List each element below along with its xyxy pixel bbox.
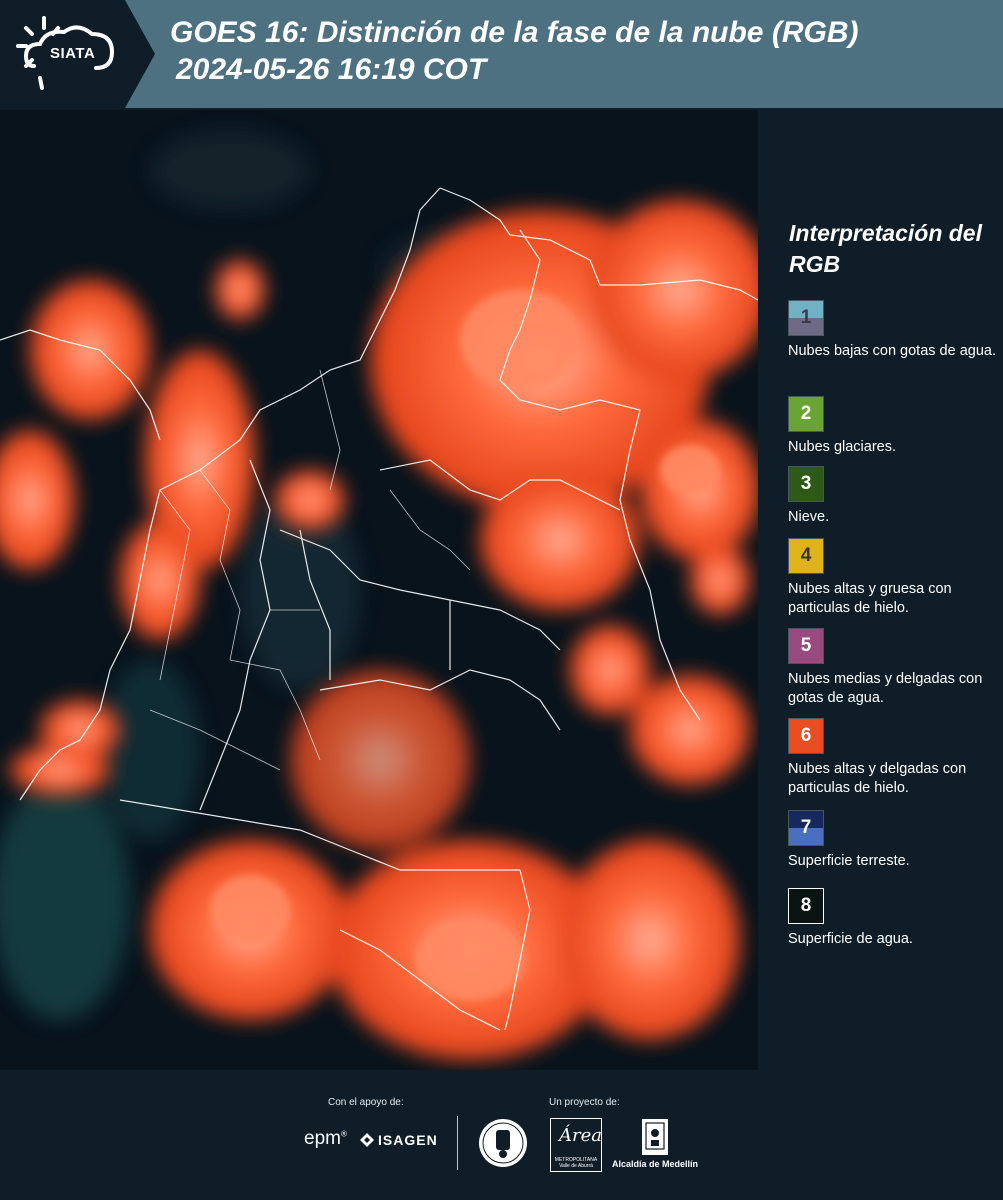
legend-swatch: 7 (788, 810, 824, 846)
footer: Con el apoyo de: Un proyecto de: epm® IS… (0, 1070, 1003, 1200)
legend-label: Superficie terreste. (788, 853, 910, 869)
legend-item-2: 2 Nubes glaciares. (788, 396, 998, 457)
legend-swatch: 5 (788, 628, 824, 664)
logo-text: SIATA (50, 45, 96, 62)
legend-number: 4 (800, 545, 812, 566)
legend-swatch: 4 (788, 538, 824, 574)
legend-label: Nubes glaciares. (788, 439, 896, 455)
epm-registered: ® (340, 1129, 347, 1139)
legend-swatch: 2 (788, 396, 824, 432)
medellin-label: Alcaldía de Medellín (612, 1159, 699, 1169)
legend-number: 6 (800, 725, 812, 746)
legend-label: Nubes altas y delgadas con particulas de… (788, 761, 967, 796)
legend-number: 8 (800, 895, 812, 916)
isagen-text: ISAGEN (378, 1132, 438, 1148)
legend-swatch: 3 (788, 466, 824, 502)
support-label: Con el apoyo de: (328, 1097, 404, 1108)
satellite-map (0, 110, 758, 1070)
legend-label: Nieve. (788, 509, 830, 525)
area-script: Área (559, 1125, 602, 1146)
header-bar: SIATA GOES 16: Distinción de la fase de … (0, 0, 1003, 108)
legend-swatch: 8 (788, 888, 824, 924)
isagen-icon (360, 1133, 374, 1147)
legend-label: Nubes medias y delgadas con gotas de agu… (788, 671, 983, 706)
legend-item-8: 8 Superficie de agua. (788, 888, 998, 949)
legend-label: Nubes altas y gruesa con particulas de h… (788, 581, 952, 616)
map-canvas (0, 110, 758, 1070)
legend-item-1: 1 Nubes bajas con gotas de agua. (788, 300, 998, 361)
page-title: GOES 16: Distinción de la fase de la nub… (170, 14, 990, 88)
legend-panel: Interpretación del RGB 1 Nubes bajas con … (758, 110, 1003, 1070)
legend-number: 1 (800, 307, 812, 328)
area-metropolitana-logo: Área METROPOLITANA Valle de Aburrá (550, 1118, 602, 1172)
legend-label: Superficie de agua. (788, 931, 913, 947)
legend-item-6: 6 Nubes altas y delgadas con particulas d… (788, 718, 998, 798)
project-label: Un proyecto de: (549, 1097, 620, 1108)
legend-label: Nubes bajas con gotas de agua. (788, 343, 996, 359)
isagen-logo: ISAGEN (360, 1132, 438, 1148)
legend-number: 7 (800, 817, 812, 838)
legend-item-3: 3 Nieve. (788, 466, 998, 527)
footer-divider (457, 1116, 458, 1170)
legend-item-4: 4 Nubes altas y gruesa con particulas de … (788, 538, 998, 618)
siata-logo: SIATA (0, 0, 155, 108)
medellin-shield-icon (642, 1119, 668, 1155)
epm-logo: epm® (304, 1128, 347, 1150)
seal-emblem-icon (479, 1119, 527, 1167)
legend-title: Interpretación del RGB (789, 220, 982, 277)
legend-number: 2 (800, 403, 812, 424)
legend-item-5: 5 Nubes medias y delgadas con gotas de ag… (788, 628, 998, 708)
legend-swatch: 6 (788, 718, 824, 754)
area-subtext: METROPOLITANA Valle de Aburrá (554, 1157, 598, 1169)
legend-swatch: 1 (788, 300, 824, 336)
legend-item-7: 7 Superficie terreste. (788, 810, 998, 871)
legend-number: 5 (800, 635, 812, 656)
title-line-2: 2024-05-26 16:19 COT (176, 53, 487, 86)
legend-number: 3 (800, 473, 812, 494)
epm-text: epm (304, 1128, 341, 1149)
title-line-1: GOES 16: Distinción de la fase de la nub… (170, 16, 859, 49)
